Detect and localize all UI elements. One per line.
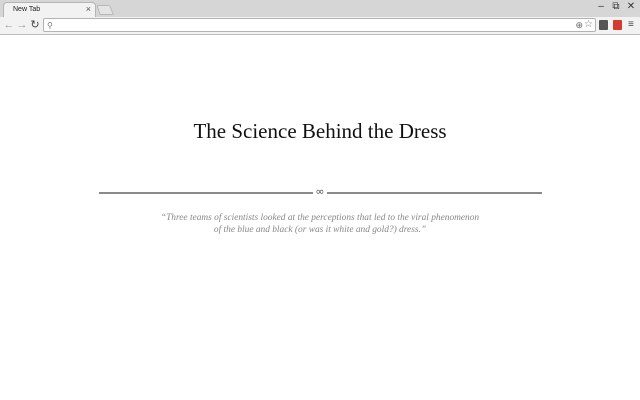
search-icon: ⚲: [47, 21, 53, 30]
infinity-icon: ∞: [315, 185, 325, 198]
tab-close-icon[interactable]: ×: [86, 4, 91, 14]
address-input[interactable]: [58, 20, 558, 30]
divider-line-left: [99, 192, 313, 194]
red-extension-icon[interactable]: [613, 20, 622, 30]
restore-icon[interactable]: ⧉: [609, 1, 623, 13]
back-button[interactable]: ←: [3, 18, 15, 32]
divider-line-right: [327, 192, 542, 194]
pocket-icon[interactable]: [599, 20, 608, 30]
new-tab-button[interactable]: [96, 5, 114, 15]
close-window-icon[interactable]: ✕: [624, 1, 638, 13]
page-title: The Science Behind the Dress: [193, 119, 447, 143]
menu-icon[interactable]: ≡: [628, 19, 634, 31]
tab-title: New Tab: [13, 6, 41, 13]
pull-quote: “Three teams of scientists looked at the…: [150, 212, 490, 236]
bookmark-star-icon[interactable]: ☆: [584, 19, 593, 31]
quote-line: of the blue and black (or was it white a…: [213, 225, 427, 235]
reload-button[interactable]: ↻: [29, 18, 41, 32]
forward-button[interactable]: →: [16, 18, 28, 32]
zoom-icon[interactable]: ⊕: [575, 19, 583, 31]
quote-line: “Three teams of scientists looked at the…: [160, 213, 480, 223]
tab-strip: New Tab × – ⧉ ✕: [0, 0, 640, 17]
minimize-icon[interactable]: –: [594, 1, 608, 13]
browser-toolbar: ← → ↻ ⚲ ⊕ ☆ ≡: [0, 17, 640, 35]
tab-new-tab[interactable]: New Tab ×: [3, 2, 96, 17]
address-bar[interactable]: ⚲ ⊕ ☆: [43, 18, 596, 32]
